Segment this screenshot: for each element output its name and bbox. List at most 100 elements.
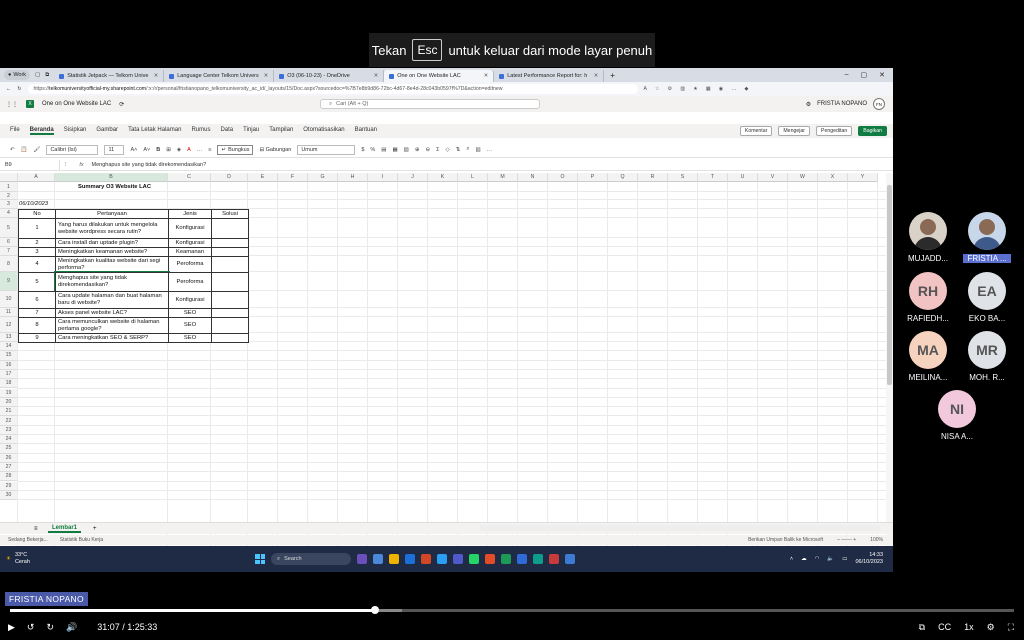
increase-font-icon[interactable]: A˄ <box>130 147 137 153</box>
row-header[interactable]: 11 <box>0 308 18 317</box>
cell-styles-icon[interactable]: ▧ <box>404 147 409 153</box>
zoom-slider-icon[interactable]: – ─── + <box>837 537 856 543</box>
new-tab-icon[interactable]: + <box>610 71 615 80</box>
column-header[interactable]: B <box>55 173 168 182</box>
tab-close-icon[interactable]: ✕ <box>484 73 489 79</box>
format-table-icon[interactable]: ▦ <box>392 147 397 153</box>
catchup-button[interactable]: Mengejar <box>778 126 810 136</box>
row-header[interactable]: 21 <box>0 407 18 417</box>
column-header[interactable]: S <box>668 173 698 182</box>
column-header[interactable]: Q <box>608 173 638 182</box>
rewind-10-icon[interactable]: ↺ <box>27 622 35 633</box>
table-cell-no[interactable]: 9 <box>18 333 56 343</box>
row-header[interactable]: 6 <box>0 238 18 247</box>
row-header[interactable]: 13 <box>0 333 18 342</box>
settings-icon[interactable]: ⚙ <box>987 622 995 633</box>
browser-app-icon[interactable] <box>533 554 543 564</box>
column-header[interactable]: T <box>698 173 728 182</box>
table-cell-type[interactable]: Peroforma <box>168 272 212 292</box>
video-progress-bar[interactable] <box>10 606 1014 614</box>
taskbar-search[interactable]: ⌕ Search <box>271 553 351 565</box>
clear-icon[interactable]: ◇ <box>446 147 450 153</box>
tray-chevron-icon[interactable]: ˄ <box>790 556 793 562</box>
column-header[interactable]: C <box>168 173 211 182</box>
row-header[interactable]: 29 <box>0 481 18 491</box>
clipboard-icon[interactable]: 📋 <box>21 147 28 153</box>
table-cell-solution[interactable] <box>211 333 249 343</box>
participant-tile[interactable]: MR MOH. R... <box>963 331 1011 382</box>
sheet-tab-lembar1[interactable]: Lembar1 <box>48 525 82 533</box>
table-cell-type[interactable]: Konfigurasi <box>168 291 212 309</box>
volume-icon[interactable]: 🔈 <box>827 556 834 562</box>
play-icon[interactable]: ▶ <box>8 622 15 633</box>
table-cell-type[interactable]: Konfigurasi <box>168 218 212 239</box>
taskbar-clock[interactable]: 14:33 06/10/2023 <box>855 552 883 565</box>
tab-close-icon[interactable]: ✕ <box>594 73 599 79</box>
menu-tab[interactable]: Otomatisasikan <box>303 127 344 135</box>
table-cell-no[interactable]: 6 <box>18 291 56 309</box>
undo-icon[interactable]: ↶ <box>10 147 15 153</box>
column-header[interactable]: E <box>248 173 278 182</box>
analyze-icon[interactable]: ▥ <box>475 147 480 153</box>
row-header[interactable]: 2 <box>0 192 18 200</box>
captions-icon[interactable]: CC <box>938 622 951 632</box>
column-header[interactable]: V <box>758 173 788 182</box>
row-header[interactable]: 17 <box>0 369 18 380</box>
table-cell-no[interactable]: 5 <box>18 272 56 292</box>
formula-dropdown-icon[interactable]: ⋮ <box>63 162 69 168</box>
wrap-text-button[interactable]: ↵ Bungkus <box>217 144 254 155</box>
split-screen-icon[interactable]: ▥ <box>680 86 685 92</box>
row-header[interactable]: 12 <box>0 317 18 333</box>
copilot-icon[interactable]: ◆ <box>745 86 749 92</box>
menu-tab[interactable]: Tampilan <box>269 127 293 135</box>
column-header[interactable]: D <box>211 173 248 182</box>
teams-app-icon[interactable] <box>453 554 463 564</box>
settings-gear-icon[interactable]: ⚙ <box>806 101 811 108</box>
workbook-statistics-button[interactable]: Statistik Buku Kerja <box>60 537 103 543</box>
row-header[interactable]: 3 <box>0 200 18 209</box>
table-cell-solution[interactable] <box>211 317 249 334</box>
function-icon[interactable]: fx <box>72 162 92 168</box>
browser-tab[interactable]: Statistik Jetpack — Telkom Unive ✕ <box>54 70 165 82</box>
row-header[interactable]: 23 <box>0 425 18 435</box>
wifi-icon[interactable]: ◠ <box>815 556 820 562</box>
row-header[interactable]: 1 <box>0 182 18 192</box>
table-cell-type[interactable]: SEO <box>168 333 212 343</box>
extensions-icon[interactable]: ⚙ <box>668 86 673 92</box>
tab-close-icon[interactable]: ✕ <box>154 73 159 79</box>
font-size-select[interactable]: 11 <box>104 144 125 155</box>
back-icon[interactable]: ← <box>6 86 11 92</box>
horizontal-scrollbar[interactable] <box>480 525 880 531</box>
sheet-date[interactable]: 06/10/2023 <box>19 200 79 209</box>
progress-knob[interactable] <box>371 606 380 614</box>
select-all-corner[interactable] <box>0 173 18 182</box>
column-header[interactable]: L <box>458 173 488 182</box>
format-painter-icon[interactable]: 🖌 <box>33 147 40 153</box>
column-header[interactable]: Y <box>848 173 878 182</box>
taskview-app-icon[interactable] <box>357 554 367 564</box>
row-header[interactable]: 24 <box>0 435 18 445</box>
more-options-icon[interactable]: … <box>197 147 203 153</box>
browser-profile-button[interactable]: ● Work <box>4 70 31 80</box>
sort-filter-icon[interactable]: ⇅ <box>456 147 461 153</box>
table-cell-solution[interactable] <box>211 256 249 273</box>
fullscreen-icon[interactable]: ⛶ <box>1008 622 1014 633</box>
store-app-icon[interactable] <box>405 554 415 564</box>
sheet-title[interactable]: Summary O3 Website LAC <box>18 182 211 192</box>
browser-tab[interactable]: Language Center Telkom Univers ✕ <box>164 70 275 82</box>
table-cell-question[interactable]: Menghapus site yang tidak direkomendasik… <box>54 271 170 293</box>
row-header[interactable]: 27 <box>0 462 18 473</box>
chrome-app-icon[interactable] <box>485 554 495 564</box>
insert-cells-icon[interactable]: ⊕ <box>415 147 420 153</box>
browser-tab[interactable]: Latest Performance Report for: h ✕ <box>494 70 605 82</box>
workspaces-icon[interactable]: ▢ <box>35 72 40 78</box>
column-header[interactable]: R <box>638 173 668 182</box>
font-family-select[interactable]: Calibri (Isi) <box>46 144 99 155</box>
word-app-icon[interactable] <box>517 554 527 564</box>
column-header[interactable]: J <box>398 173 428 182</box>
name-box[interactable]: B9 <box>0 160 60 170</box>
document-title[interactable]: One on One Website LAC <box>42 101 111 107</box>
table-cell-question[interactable]: Cara update halaman dan buat halaman bar… <box>55 291 169 309</box>
table-cell-type[interactable]: Peroforma <box>168 256 212 273</box>
column-header[interactable]: N <box>518 173 548 182</box>
